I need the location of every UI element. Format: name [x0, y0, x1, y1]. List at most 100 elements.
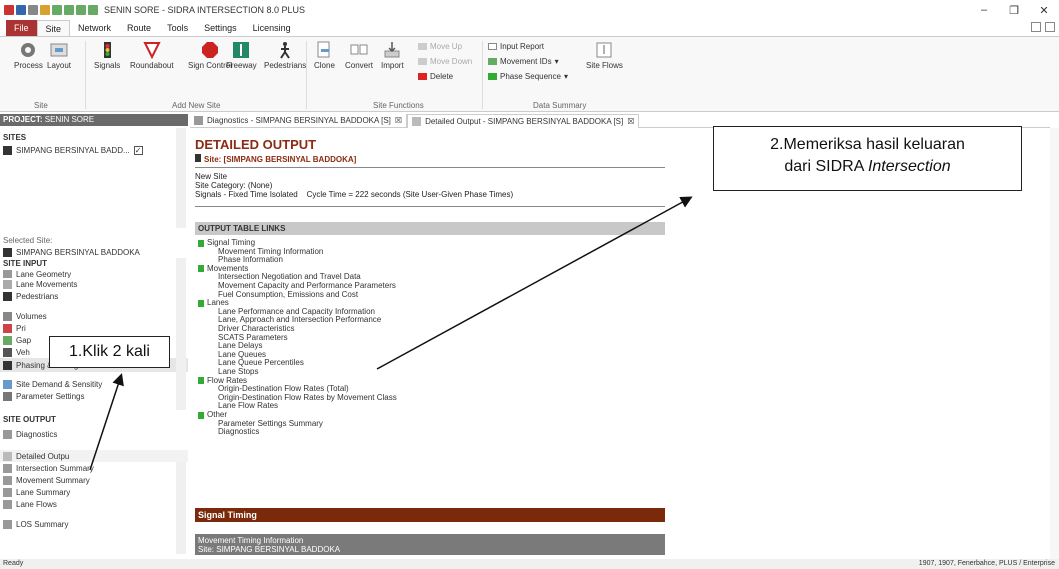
movement-ids-button[interactable]: Movement IDs ▾ [488, 57, 559, 66]
sites-panel: SITES SIMPANG BERSINYAL BADD... ✓ [0, 128, 188, 228]
app-icon [4, 5, 14, 15]
close-icon[interactable]: ☒ [395, 116, 402, 125]
lane-movements-icon [3, 279, 12, 289]
los-summary-item[interactable]: LOS Summary [0, 518, 188, 530]
menu-bar: File Site Network Route Tools Settings L… [0, 20, 1059, 36]
pedestrians-item[interactable]: Pedestrians [0, 290, 188, 302]
priorities-icon [3, 323, 12, 333]
volumes-item[interactable]: Volumes [0, 310, 188, 322]
convert-button[interactable]: Convert [345, 41, 373, 70]
selected-site-panel: Selected Site: SIMPANG BERSINYAL BADDOKA [0, 234, 188, 257]
traffic-light-icon [98, 41, 116, 59]
sites-scrollbar[interactable] [176, 128, 186, 228]
layout-icon[interactable] [1031, 22, 1041, 32]
separator [482, 41, 483, 109]
menu-licensing[interactable]: Licensing [245, 20, 299, 36]
movement-summary-item[interactable]: Movement Summary [0, 474, 188, 486]
quick-access-toolbar [0, 5, 98, 15]
detailed-output-view: DETAILED OUTPUT Site: [SIMPANG BERSINYAL… [190, 128, 1050, 559]
movement-icon [3, 475, 12, 485]
lane-geometry-item[interactable]: Lane Geometry [0, 270, 188, 278]
report-icon [488, 43, 497, 50]
open-icon[interactable] [40, 5, 50, 15]
roundabout-button[interactable]: Roundabout [130, 41, 174, 70]
status-bar: Ready 1907, 1907, Fenerbahce, PLUS / Ent… [0, 559, 1059, 569]
site-flows-button[interactable]: Site Flows [586, 41, 623, 70]
flows-icon [595, 41, 613, 59]
arrow-to-callout [376, 196, 693, 370]
pedestrian-icon [276, 41, 294, 59]
diagnostics-icon [194, 116, 203, 125]
title-bar: SENIN SORE - SIDRA INTERSECTION 8.0 PLUS… [0, 0, 1059, 20]
settings-icon[interactable] [52, 5, 62, 15]
menu-tools[interactable]: Tools [159, 20, 196, 36]
close-icon[interactable]: ☒ [627, 117, 634, 126]
diagnostics-icon [3, 429, 12, 439]
save-icon[interactable] [16, 5, 26, 15]
diagnostics-item[interactable]: Diagnostics [0, 426, 188, 442]
minimize-button[interactable]: – [969, 0, 999, 20]
restore-button[interactable]: ❐ [999, 0, 1029, 20]
menu-route[interactable]: Route [119, 20, 159, 36]
close-button[interactable]: ✕ [1029, 0, 1059, 20]
menu-network[interactable]: Network [70, 20, 119, 36]
ribbon: Process Layout Site Signals Roundabout S… [0, 36, 1059, 112]
site-list-item[interactable]: SIMPANG BERSINYAL BADD... ✓ [0, 144, 188, 156]
dropdown-icon: ▾ [554, 57, 559, 66]
print-icon[interactable] [28, 5, 38, 15]
layout-button[interactable]: Layout [47, 41, 71, 70]
gear-icon [19, 41, 37, 59]
content-scrollbar[interactable] [1050, 128, 1059, 559]
traffic-light-icon [3, 247, 12, 257]
lane-summary-item[interactable]: Lane Summary [0, 486, 188, 498]
move-up-button[interactable]: Move Up [418, 42, 462, 51]
intersection-icon [3, 463, 12, 473]
site-demand-item[interactable]: Site Demand & Sensit ity [0, 378, 188, 390]
menu-settings[interactable]: Settings [196, 20, 245, 36]
site-output-scrollbar[interactable] [176, 462, 186, 554]
tab-detailed-output[interactable]: Detailed Output - SIMPANG BERSINYAL BADD… [407, 113, 640, 128]
tab-diagnostics[interactable]: Diagnostics - SIMPANG BERSINYAL BADDOKA … [190, 113, 408, 128]
intersection-summary-item[interactable]: Intersection Summary [0, 462, 188, 474]
signals-button[interactable]: Signals [94, 41, 120, 70]
yield-sign-icon [143, 41, 161, 59]
lane-flows-item[interactable]: Lane Flows [0, 498, 188, 510]
parameter-settings-item[interactable]: Parameter Settings [0, 390, 188, 402]
tool-icon-3[interactable] [88, 5, 98, 15]
menu-site[interactable]: Site [36, 20, 71, 36]
sites-header: SITES [3, 133, 27, 142]
site-output-panel: SITE OUTPUT Diagnostics Detailed Outpu I… [0, 414, 188, 558]
site-input-scrollbar[interactable] [176, 258, 186, 410]
freeway-button[interactable]: Freeway [226, 41, 257, 70]
dropdown-icon: ▾ [563, 72, 568, 81]
separator [85, 41, 86, 109]
priorities-item[interactable]: Pri [0, 322, 188, 334]
detailed-output-item[interactable]: Detailed Outpu [0, 450, 188, 462]
layout-icon-2[interactable] [1045, 22, 1055, 32]
delete-button[interactable]: Delete [418, 72, 453, 81]
instruction-label: 1.Klik 2 kali [49, 336, 170, 368]
pedestrians-button[interactable]: Pedestrians [264, 41, 306, 70]
phase-sequence-button[interactable]: Phase Sequence ▾ [488, 72, 568, 81]
move-down-button[interactable]: Move Down [418, 57, 472, 66]
vehicle-icon [3, 347, 12, 357]
window-title: SENIN SORE - SIDRA INTERSECTION 8.0 PLUS [104, 5, 306, 15]
phase-icon [488, 73, 497, 80]
input-report-button[interactable]: Input Report [488, 42, 544, 51]
site-checkbox[interactable]: ✓ [133, 145, 143, 155]
clone-button[interactable]: Clone [314, 41, 335, 70]
process-button[interactable]: Process [14, 41, 43, 70]
view-buttons [1031, 22, 1055, 32]
menu-file[interactable]: File [6, 20, 37, 36]
tool-icon[interactable] [64, 5, 74, 15]
lane-movements-item[interactable]: Lane Movements [0, 278, 188, 290]
import-button[interactable]: Import [381, 41, 404, 70]
selected-site[interactable]: SIMPANG BERSINYAL BADDOKA [0, 246, 188, 258]
traffic-light-icon [3, 145, 12, 155]
chart-icon [3, 379, 12, 389]
traffic-light-icon [3, 360, 12, 370]
project-header: PROJECT: SENIN SORE [0, 114, 188, 126]
callout-box: 2.Memeriksa hasil keluaran dari SIDRA In… [713, 126, 1022, 191]
tool-icon-2[interactable] [76, 5, 86, 15]
separator [306, 41, 307, 109]
